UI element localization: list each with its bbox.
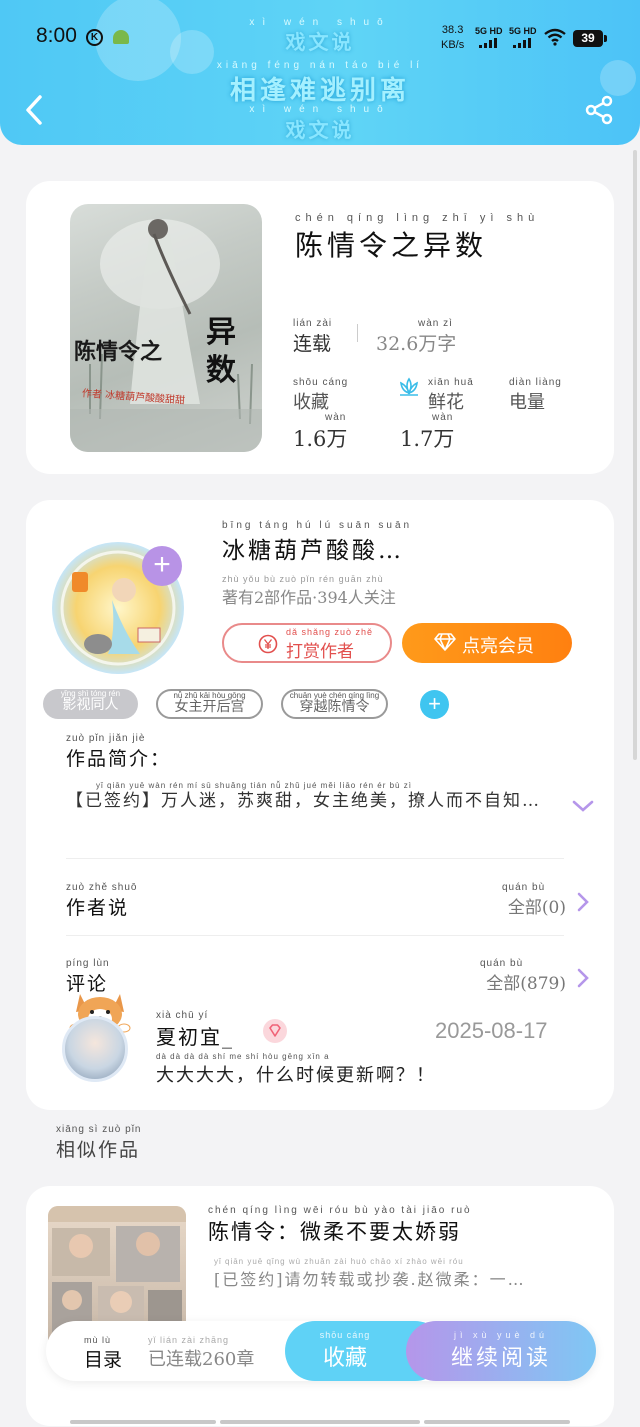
comment-text: dà dà dà dà shí me shí hòu gēng xīn a 大大… [156, 1052, 436, 1086]
book-status: lián zài 连载 [293, 318, 333, 355]
home-indicator [70, 1420, 216, 1424]
author-name[interactable]: bīng táng hú lú suān suān 冰糖葫芦酸酸… [222, 520, 412, 565]
stat-power-label: diàn liàng 电量 [509, 377, 562, 413]
chapter-count: yǐ lián zài zhāng 已连载260章 [148, 1335, 255, 1370]
vip-diamond-badge-icon [263, 1019, 287, 1043]
comment-date: 2025-08-17 [435, 1018, 548, 1043]
banner-main: 相逢难逃别离 [229, 76, 410, 106]
tag-chip[interactable]: yǐng shì tóng rén 影视同人 [43, 689, 138, 719]
stat-flower-value: wàn 1.7万 [400, 412, 455, 451]
continue-reading-button[interactable]: jì xù yuè dú 继续阅读 [406, 1321, 596, 1381]
follow-author-button[interactable]: + [142, 546, 182, 586]
commenter-name[interactable]: xià chū yí 夏初宜_ [156, 1010, 234, 1050]
scrollbar[interactable] [633, 150, 637, 760]
meta-divider [357, 324, 358, 342]
lotus-icon [400, 377, 418, 396]
similar-book-desc: yǐ qiān yuē qǐng wù zhuǎn zài huò chāo x… [214, 1257, 526, 1289]
add-tag-button[interactable]: + [420, 690, 449, 719]
home-indicator [424, 1420, 570, 1424]
vip-label: 点亮会员 [462, 636, 534, 657]
cover-title-big: 异数 [206, 315, 236, 388]
banner-top: 戏文说 [285, 30, 355, 54]
expand-chevron-icon[interactable] [571, 798, 595, 814]
back-button[interactable] [20, 93, 50, 127]
synopsis-title: zuò pǐn jiǎn jiè 作品简介： [66, 733, 172, 770]
stat-flower-label: xiān huā 鲜花 [428, 377, 474, 413]
diamond-icon [434, 633, 456, 651]
similar-works-title: xiāng sì zuò pǐn 相似作品 [56, 1124, 142, 1161]
share-button[interactable] [584, 95, 614, 125]
vip-button[interactable]: 点亮会员 [402, 623, 572, 663]
book-word-count: wàn zì 32.6万字 [376, 318, 457, 355]
author-says-title[interactable]: zuò zhě shuō 作者说 [66, 882, 138, 920]
comments-count[interactable]: quán bù 全部(879) [466, 958, 566, 994]
tip-label: dǎ shǎng zuò zhě 打赏作者 [286, 627, 374, 662]
synopsis-text: yǐ qiān yuē wàn rén mí sū shuǎng tián nǚ… [66, 781, 541, 811]
home-indicator [220, 1420, 420, 1424]
chevron-right-icon[interactable] [576, 892, 590, 912]
tag-chip[interactable]: nǚ zhǔ kāi hòu gōng 女主开后宫 [156, 689, 263, 719]
banner-bottom: 戏文说 [285, 118, 355, 142]
stat-collect-value: wàn 1.6万 [293, 412, 348, 451]
chevron-right-icon[interactable] [576, 968, 590, 988]
yuan-icon [258, 634, 278, 654]
book-cover[interactable]: 陈情令之 异数 作者 冰糖葫芦酸酸甜甜 [70, 204, 262, 452]
read-label: 继续阅读 [450, 1346, 551, 1371]
author-stats: zhù yǒu bù zuò pǐn rén guān zhù 著有2部作品·3… [222, 574, 396, 607]
divider [66, 935, 564, 936]
author-says-count[interactable]: quán bù 全部(0) [480, 882, 566, 918]
collect-label: 收藏 [322, 1346, 367, 1371]
cover-title: 陈情令之 [74, 339, 163, 365]
tip-author-button[interactable]: dǎ shǎng zuò zhě 打赏作者 [222, 623, 392, 663]
header: 8:00 K 38.3 KB/s 5G HD 5G HD 39 xì wén s… [0, 0, 640, 145]
commenter-avatar[interactable] [62, 1016, 128, 1082]
tag-chip[interactable]: chuān yuè chén qíng lìng 穿越陈情令 [281, 689, 388, 719]
book-title: chén qíng lìng zhī yì shù 陈情令之异数 [295, 212, 540, 262]
stat-collect-label: shōu cáng 收藏 [293, 377, 349, 413]
divider [66, 858, 564, 859]
toc-button[interactable]: mù lù 目录 [84, 1335, 122, 1372]
similar-book-title[interactable]: chén qíng lìng wēi róu bù yào tài jiāo r… [208, 1205, 472, 1246]
